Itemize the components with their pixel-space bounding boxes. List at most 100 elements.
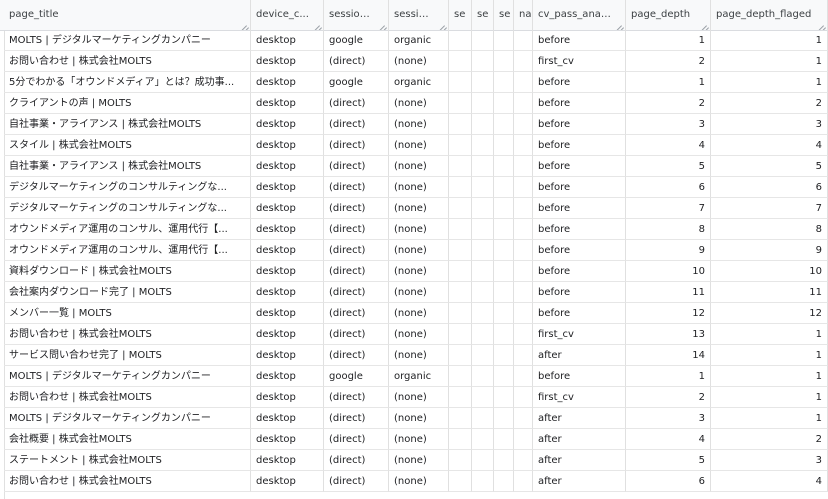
empty-cell: [494, 72, 514, 93]
table-cell: 3: [711, 450, 828, 471]
empty-cell: [514, 282, 533, 303]
table-row[interactable]: 会社概要 | 株式会社MOLTS desktop (direct) (none) aft…: [0, 429, 828, 450]
table-cell: before: [533, 366, 626, 387]
empty-cell: [449, 303, 472, 324]
empty-cell: [472, 135, 494, 156]
empty-cell: [494, 198, 514, 219]
table-cell: (direct): [324, 51, 389, 72]
empty-cell: [472, 345, 494, 366]
table-row[interactable]: お問い合わせ | 株式会社MOLTS desktop (direct) (none) f…: [0, 51, 828, 72]
column-header[interactable]: sessio...: [389, 0, 449, 30]
table-cell: 10: [626, 261, 711, 282]
column-header[interactable]: se: [472, 0, 494, 30]
table-cell: デジタルマーケティングのコンサルティングな...: [4, 198, 251, 219]
table-row[interactable]: メンバー一覧 | MOLTS desktop (direct) (none) befor…: [0, 303, 828, 324]
table-cell: desktop: [251, 156, 324, 177]
table-row[interactable]: クライアントの声 | MOLTS desktop (direct) (none) bef…: [0, 93, 828, 114]
column-resize-icon[interactable]: [377, 18, 385, 26]
table-header: page_title device_c... session... sessio...…: [0, 0, 828, 31]
empty-cell: [472, 408, 494, 429]
column-resize-icon[interactable]: [614, 18, 622, 26]
column-header[interactable]: session...: [324, 0, 389, 30]
table-row[interactable]: 5分でわかる「オウンドメディア」とは？成功事... desktop google or…: [0, 72, 828, 93]
column-header[interactable]: se: [449, 0, 472, 30]
empty-cell: [514, 93, 533, 114]
table-cell: desktop: [251, 450, 324, 471]
table-row[interactable]: MOLTS | デジタルマーケティングカンパニー desktop google org…: [0, 30, 828, 51]
empty-cell: [494, 240, 514, 261]
empty-cell: [449, 72, 472, 93]
table-cell: 6: [626, 471, 711, 492]
table-cell: ステートメント | 株式会社MOLTS: [4, 450, 251, 471]
table-row[interactable]: お問い合わせ | 株式会社MOLTS desktop (direct) (none) a…: [0, 471, 828, 492]
column-resize-icon[interactable]: [239, 18, 247, 26]
empty-cell: [449, 261, 472, 282]
table-row[interactable]: 自社事業・アライアンス | 株式会社MOLTS desktop (direct) (n…: [0, 156, 828, 177]
column-header[interactable]: cv_pass_anal...: [533, 0, 626, 30]
empty-cell: [472, 198, 494, 219]
table-cell: 8: [711, 219, 828, 240]
column-header[interactable]: na: [514, 0, 533, 30]
table-cell: after: [533, 408, 626, 429]
table-cell: (none): [389, 135, 449, 156]
empty-cell: [449, 345, 472, 366]
table-cell: (direct): [324, 177, 389, 198]
empty-cell: [449, 408, 472, 429]
table-row[interactable]: お問い合わせ | 株式会社MOLTS desktop (direct) (none) f…: [0, 324, 828, 345]
table-cell: 13: [626, 324, 711, 345]
table-cell: (none): [389, 282, 449, 303]
table-cell: 自社事業・アライアンス | 株式会社MOLTS: [4, 114, 251, 135]
table-row[interactable]: オウンドメディア運用のコンサル、運用代行【... desktop (direct)(…: [0, 240, 828, 261]
table-cell: MOLTS | デジタルマーケティングカンパニー: [4, 366, 251, 387]
table-cell: 9: [711, 240, 828, 261]
empty-cell: [514, 72, 533, 93]
table-row[interactable]: スタイル | 株式会社MOLTS desktop (direct) (none) bef…: [0, 135, 828, 156]
table-cell: (direct): [324, 198, 389, 219]
column-resize-icon[interactable]: [816, 18, 824, 26]
table-cell: before: [533, 135, 626, 156]
column-resize-icon[interactable]: [699, 18, 707, 26]
table-cell: (none): [389, 219, 449, 240]
column-resize-icon[interactable]: [437, 18, 445, 26]
table-cell: (none): [389, 429, 449, 450]
table-row[interactable]: サービス問い合わせ完了 | MOLTS desktop (direct) (none)…: [0, 345, 828, 366]
empty-cell: [449, 114, 472, 135]
empty-cell: [449, 429, 472, 450]
empty-cell: [514, 240, 533, 261]
table-row[interactable]: デジタルマーケティングのコンサルティングな... desktop (direct)(…: [0, 177, 828, 198]
table-cell: 4: [711, 135, 828, 156]
table-cell: before: [533, 30, 626, 51]
table-cell: 1: [711, 51, 828, 72]
column-header[interactable]: se: [494, 0, 514, 30]
column-header[interactable]: page_depth_flaged: [711, 0, 828, 30]
column-header[interactable]: page_depth: [626, 0, 711, 30]
table-cell: お問い合わせ | 株式会社MOLTS: [4, 387, 251, 408]
table-row[interactable]: デジタルマーケティングのコンサルティングな... desktop (direct)(…: [0, 198, 828, 219]
table-row[interactable]: お問い合わせ | 株式会社MOLTS desktop (direct) (none) f…: [0, 387, 828, 408]
empty-cell: [494, 450, 514, 471]
column-header[interactable]: page_title: [4, 0, 251, 30]
table-row[interactable]: 自社事業・アライアンス | 株式会社MOLTS desktop (direct) (n…: [0, 114, 828, 135]
table-row[interactable]: MOLTS | デジタルマーケティングカンパニー desktop (direct)(…: [0, 408, 828, 429]
empty-cell: [449, 135, 472, 156]
table-cell: (direct): [324, 219, 389, 240]
empty-cell: [494, 156, 514, 177]
column-resize-icon[interactable]: [312, 18, 320, 26]
empty-cell: [494, 261, 514, 282]
table-cell: organic: [389, 30, 449, 51]
table-cell: (direct): [324, 324, 389, 345]
empty-cell: [472, 471, 494, 492]
table-row[interactable]: 資料ダウンロード | 株式会社MOLTS desktop (direct) (none…: [0, 261, 828, 282]
table-row[interactable]: MOLTS | デジタルマーケティングカンパニー desktop google org…: [0, 366, 828, 387]
table-cell: (direct): [324, 114, 389, 135]
column-header[interactable]: device_c...: [251, 0, 324, 30]
table-cell: desktop: [251, 135, 324, 156]
table-cell: desktop: [251, 261, 324, 282]
empty-cell: [494, 429, 514, 450]
table-row[interactable]: オウンドメディア運用のコンサル、運用代行【... desktop (direct)(…: [0, 219, 828, 240]
table-cell: 3: [711, 114, 828, 135]
empty-cell: [494, 345, 514, 366]
table-row[interactable]: ステートメント | 株式会社MOLTS desktop (direct) (none)…: [0, 450, 828, 471]
table-cell: 12: [711, 303, 828, 324]
table-row[interactable]: 会社案内ダウンロード完了 | MOLTS desktop (direct) (none…: [0, 282, 828, 303]
